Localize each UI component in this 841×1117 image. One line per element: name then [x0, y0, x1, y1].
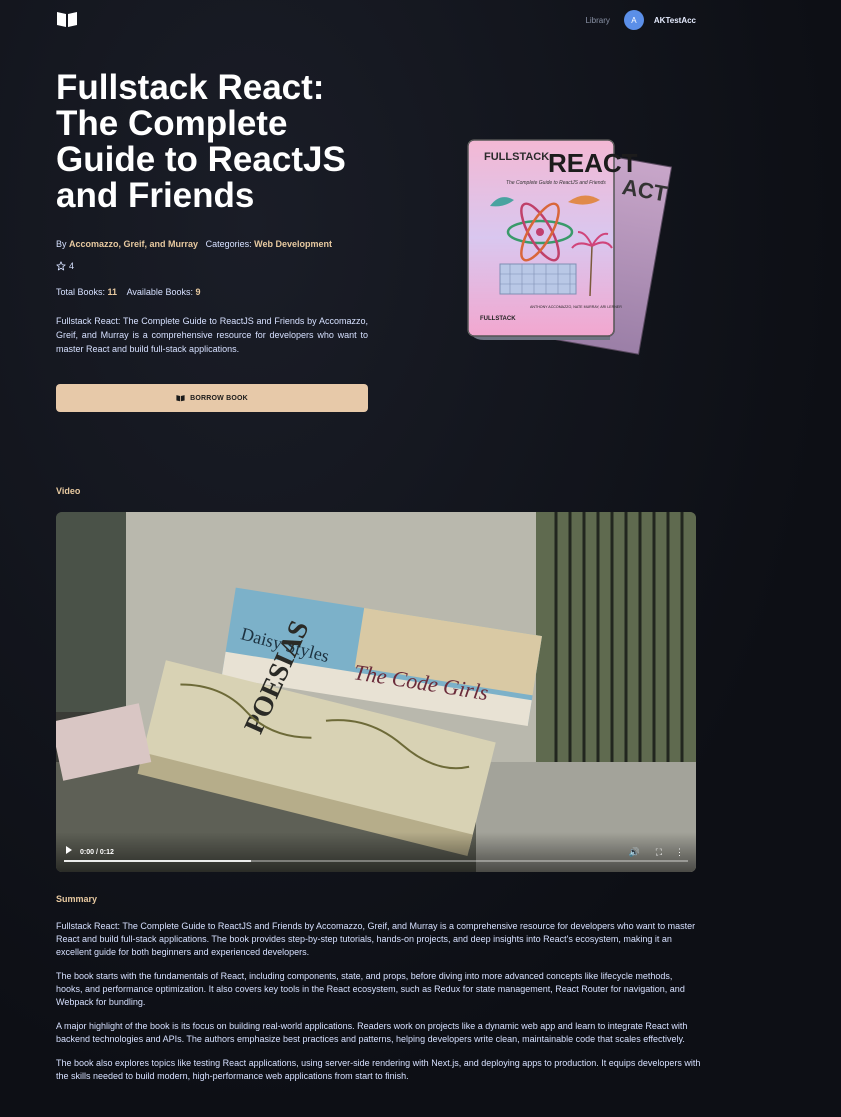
total-books-label: Total Books: [56, 287, 106, 297]
library-link[interactable]: Library [585, 16, 609, 25]
summary-paragraph: A major highlight of the book is its foc… [56, 1021, 688, 1044]
summary-paragraph: The book also explores topics like testi… [56, 1058, 701, 1081]
video-controls: 0:00 / 0:12 🔊 ⛶ ⋮ [56, 832, 696, 872]
more-vertical-icon[interactable]: ⋮ [675, 847, 684, 858]
cover-authors: ANTHONY ACCOMAZZO, NATE MURRAY, ARI LERN… [530, 305, 622, 309]
borrow-book-label: BORROW BOOK [190, 394, 248, 402]
summary-paragraph: Fullstack React: The Complete Guide to R… [56, 921, 696, 957]
cover-brand-big: REACT [548, 148, 638, 178]
book-cover: ACT FULLSTACK REACT The Complete Guide t… [460, 136, 680, 376]
book-authors: Accomazzo, Greif, and Murray [69, 239, 199, 249]
book-counts: Total Books: 11 Available Books: 9 [56, 287, 200, 297]
available-books-value: 9 [195, 287, 201, 297]
categories-label: Categories: [205, 239, 252, 249]
total-books-value: 11 [107, 287, 118, 297]
summary-heading: Summary [56, 894, 98, 904]
avatar[interactable]: A [623, 10, 644, 30]
video-player[interactable]: Daisy Styles The Code Girls POESIAS 0:00… [56, 512, 696, 872]
top-nav: Library A AKTestAcc [585, 10, 696, 30]
book-title: Fullstack React: The Complete Guide to R… [56, 68, 346, 215]
star-outline-icon [56, 261, 66, 271]
open-book-logo-icon[interactable] [56, 10, 78, 28]
fullscreen-icon[interactable]: ⛶ [656, 847, 662, 858]
video-time: 0:00 / 0:12 [80, 849, 114, 856]
cover-brand-top: FULLSTACK [484, 151, 549, 163]
borrow-book-button[interactable]: BORROW BOOK [56, 384, 368, 412]
by-label: By [56, 239, 67, 249]
video-heading: Video [56, 486, 81, 496]
video-progress-bar[interactable] [64, 860, 688, 862]
cover-subtitle: The Complete Guide to ReactJS and Friend… [506, 180, 606, 186]
available-books-label: Available Books: [126, 287, 193, 297]
video-progress-fill [64, 860, 252, 862]
video-frame: Daisy Styles The Code Girls POESIAS [56, 512, 696, 872]
summary-paragraph: The book starts with the fundamentals of… [56, 971, 685, 1007]
rating-value: 4 [69, 261, 75, 271]
book-byline: By Accomazzo, Greif, and Murray Categori… [56, 239, 332, 249]
play-icon[interactable] [66, 846, 72, 854]
book-category: Web Development [254, 239, 332, 249]
volume-icon[interactable]: 🔊 [629, 847, 640, 858]
cover-footer: FULLSTACK [480, 316, 516, 322]
book-description: Fullstack React: The Complete Guide to R… [56, 316, 368, 354]
book-icon [176, 395, 185, 402]
username[interactable]: AKTestAcc [654, 16, 696, 25]
summary-body: Fullstack React: The Complete Guide to R… [56, 920, 701, 1094]
rating: 4 [56, 261, 74, 271]
